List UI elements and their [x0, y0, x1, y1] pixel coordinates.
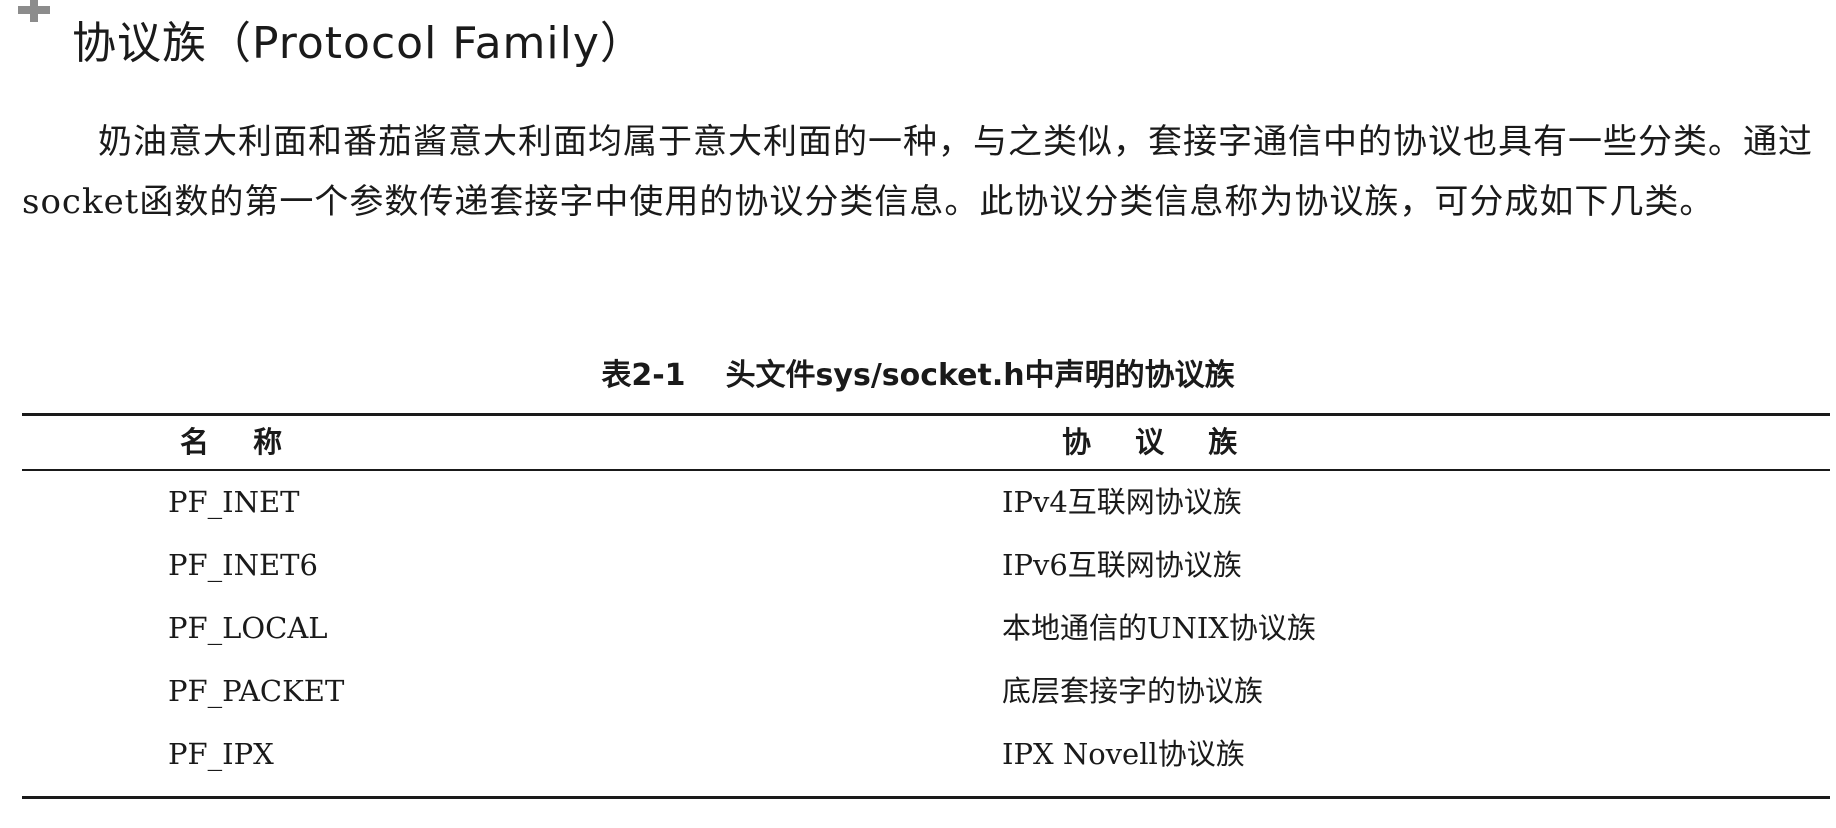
table-caption-number: 表2-1 [601, 358, 686, 393]
table-bottom-rule [22, 796, 1830, 799]
table-row: PF_INET6 IPv6互联网协议族 [22, 534, 1830, 597]
section-heading: 协议族（Protocol Family） [72, 18, 645, 69]
body-paragraph: 奶油意大利面和番茄酱意大利面均属于意大利面的一种，与之类似，套接字通信中的协议也… [22, 122, 1813, 222]
table-row: PF_INET IPv4互联网协议族 [22, 471, 1830, 534]
table-row: PF_LOCAL 本地通信的UNIX协议族 [22, 597, 1830, 660]
column-header-name: 名 称 [180, 425, 284, 459]
cell-name: PF_PACKET [168, 674, 345, 708]
cell-name: PF_LOCAL [168, 611, 328, 645]
cell-name: PF_INET6 [168, 548, 318, 582]
cell-name: PF_INET [168, 485, 300, 519]
heading-marker-icon [18, 0, 50, 22]
cell-family: IPv4互联网协议族 [1002, 485, 1242, 519]
cell-family: 本地通信的UNIX协议族 [1002, 611, 1316, 645]
cell-family: 底层套接字的协议族 [1002, 674, 1264, 708]
cell-name: PF_IPX [168, 737, 274, 771]
cell-family: IPX Novell协议族 [1002, 737, 1245, 771]
table-caption-title: 头文件sys/socket.h中声明的协议族 [725, 358, 1235, 393]
column-header-family: 协 议 族 [1062, 425, 1239, 459]
table-row: PF_IPX IPX Novell协议族 [22, 723, 1830, 786]
document-page: 协议族（Protocol Family） 奶油意大利面和番茄酱意大利面均属于意大… [0, 0, 1836, 828]
table-row: PF_PACKET 底层套接字的协议族 [22, 660, 1830, 723]
table-header-row: 名 称 协 议 族 [22, 416, 1830, 469]
protocol-family-table: 名 称 协 议 族 PF_INET IPv4互联网协议族 PF_INET6 IP… [22, 416, 1830, 771]
cell-family: IPv6互联网协议族 [1002, 548, 1242, 582]
table-caption: 表2-1 头文件sys/socket.h中声明的协议族 [0, 354, 1836, 398]
table-body: PF_INET IPv4互联网协议族 PF_INET6 IPv6互联网协议族 P… [22, 471, 1830, 786]
